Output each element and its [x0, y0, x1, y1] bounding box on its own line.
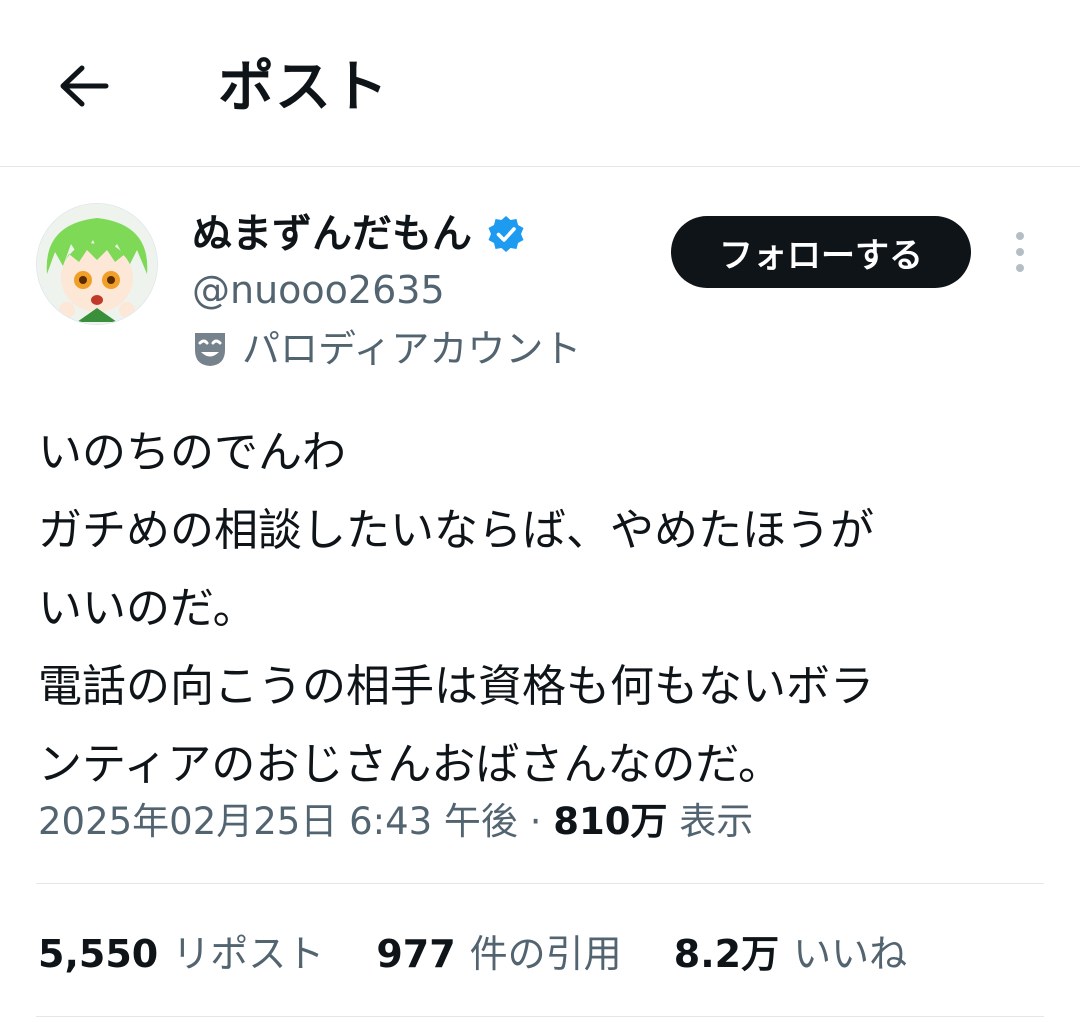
stat-quotes[interactable]: 977 件の引用	[376, 932, 621, 976]
account-label-text: パロディアカウント	[242, 327, 582, 371]
quote-label: 件の引用	[469, 932, 622, 976]
back-button[interactable]	[56, 58, 112, 114]
like-count: 8.2万	[673, 932, 780, 976]
views-label: 表示	[679, 800, 754, 843]
arrow-left-icon	[60, 65, 109, 107]
top-bar: ポスト	[0, 0, 1080, 167]
more-options-button[interactable]	[1000, 228, 1040, 276]
author-name-row: ぬまずんだもん	[192, 208, 526, 260]
avatar[interactable]	[36, 203, 158, 325]
quote-count: 977	[376, 932, 456, 976]
divider	[36, 1016, 1044, 1017]
author-handle[interactable]: @nuooo2635	[192, 266, 445, 314]
vertical-dots-icon	[1016, 232, 1024, 272]
stat-reposts[interactable]: 5,550 リポスト	[38, 932, 324, 976]
theater-mask-icon	[195, 333, 225, 366]
repost-count: 5,550	[38, 932, 159, 976]
like-label: いいね	[793, 932, 908, 976]
stat-likes[interactable]: 8.2万 いいね	[674, 932, 907, 976]
author-display-name[interactable]: ぬまずんだもん	[192, 208, 472, 260]
verified-badge-icon	[488, 216, 524, 252]
meta-separator: ·	[529, 800, 542, 843]
views-count: 810万	[553, 800, 668, 843]
repost-label: リポスト	[172, 932, 325, 976]
parody-account-label: パロディアカウント	[192, 324, 581, 374]
post-meta: 2025年02月25日 6:43 午後 · 810万 表示	[38, 794, 753, 850]
divider	[36, 883, 1044, 884]
page-title: ポスト	[218, 55, 389, 120]
post-timestamp[interactable]: 2025年02月25日 6:43 午後	[38, 800, 518, 843]
post-text: いのちのでんわ ガチめの相談したいならば、やめたほうが いいのだ。 電話の向こう…	[38, 427, 874, 790]
engagement-stats: 5,550 リポスト 977 件の引用 8.2万 いいね	[38, 926, 947, 982]
follow-button[interactable]: フォローする	[671, 216, 971, 288]
avatar-image	[37, 204, 157, 324]
